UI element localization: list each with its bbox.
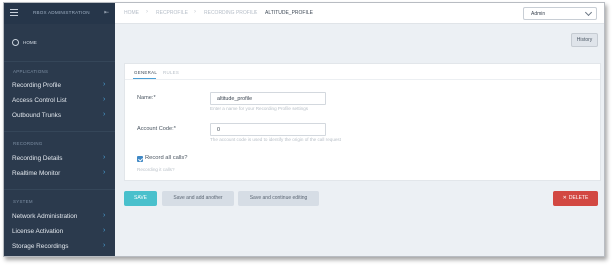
- top-bar: HOME › RECPROFILE › RECORDING PROFILE › …: [115, 3, 604, 24]
- tab-divider: [125, 79, 600, 80]
- tab-rules[interactable]: RULES: [163, 70, 179, 75]
- home-icon: [12, 39, 19, 46]
- collapse-icon[interactable]: ⇤: [104, 9, 109, 16]
- sidebar-item-realtime-monitor[interactable]: Realtime Monitor ›: [4, 167, 115, 181]
- sidebar-divider: [4, 131, 115, 132]
- record-all-hint: Recording it calls?: [137, 167, 175, 172]
- user-dropdown[interactable]: Admin: [523, 7, 597, 20]
- record-all-label: Record all calls?: [145, 155, 188, 161]
- breadcrumb-recprofile[interactable]: RECPROFILE: [156, 10, 188, 16]
- form-card: GENERAL RULES Name:* altitude_profile En…: [124, 63, 601, 181]
- sidebar-item-outbound-trunks[interactable]: Outbound Trunks ›: [4, 109, 115, 123]
- app-window: RBOX ADMINISTRATION ⇤ HOME APPLICATIONS …: [3, 2, 605, 257]
- sidebar-item-home[interactable]: HOME: [4, 36, 115, 51]
- section-heading-system: SYSTEM: [13, 199, 33, 204]
- breadcrumb-current: ALTITUDE_PROFILE: [265, 10, 313, 16]
- history-button[interactable]: History: [571, 33, 598, 47]
- breadcrumb-separator-icon: ›: [254, 9, 256, 15]
- brand-title: RBOX ADMINISTRATION: [33, 10, 90, 15]
- record-all-checkbox[interactable]: [137, 156, 143, 162]
- sidebar-item-label: Outbound Trunks: [12, 112, 62, 119]
- sidebar-item-label: Recording Details: [12, 155, 63, 162]
- sidebar-item-access-control-list[interactable]: Access Control List ›: [4, 94, 115, 108]
- save-and-add-another-button[interactable]: Save and add another: [162, 191, 234, 206]
- sidebar: RBOX ADMINISTRATION ⇤ HOME APPLICATIONS …: [4, 3, 115, 256]
- chevron-right-icon: ›: [103, 227, 106, 234]
- account-code-label: Account Code:*: [137, 126, 176, 132]
- sidebar-item-network-administration[interactable]: Network Administration ›: [4, 210, 115, 224]
- sidebar-item-label: Network Administration: [12, 213, 78, 220]
- user-dropdown-value: Admin: [531, 11, 546, 17]
- save-button[interactable]: SAVE: [124, 191, 157, 206]
- name-hint: Enter a name for your Recording Profile …: [210, 106, 309, 111]
- delete-button[interactable]: ✕ DELETE: [553, 191, 598, 206]
- sidebar-item-recording-profile[interactable]: Recording Profile ›: [4, 79, 115, 93]
- account-code-field[interactable]: 0: [210, 123, 326, 136]
- sidebar-item-license-activation[interactable]: License Activation ›: [4, 225, 115, 239]
- sidebar-item-label: License Activation: [12, 228, 64, 235]
- menu-icon[interactable]: [10, 9, 18, 16]
- name-field[interactable]: altitude_profile: [210, 92, 326, 105]
- breadcrumb-home[interactable]: HOME: [124, 10, 139, 16]
- name-label: Name:*: [137, 95, 156, 101]
- breadcrumb-separator-icon: ›: [146, 9, 148, 15]
- sidebar-item-recording-details[interactable]: Recording Details ›: [4, 152, 115, 166]
- section-heading-applications: APPLICATIONS: [13, 69, 49, 74]
- chevron-right-icon: ›: [103, 111, 106, 118]
- chevron-right-icon: ›: [103, 242, 106, 249]
- sidebar-item-storage-recordings[interactable]: Storage Recordings ›: [4, 240, 115, 254]
- save-and-continue-button[interactable]: Save and continue editing: [238, 191, 319, 206]
- chevron-right-icon: ›: [103, 212, 106, 219]
- brand-bar: RBOX ADMINISTRATION ⇤: [4, 3, 115, 24]
- sidebar-divider: [4, 61, 115, 62]
- sidebar-item-label: Recording Profile: [12, 82, 62, 89]
- chevron-down-icon: [584, 8, 593, 17]
- sidebar-item-label: HOME: [23, 40, 37, 45]
- section-heading-recording: RECORDING: [13, 141, 43, 146]
- account-code-hint: The account code is used to identify the…: [210, 137, 342, 142]
- sidebar-item-label: Access Control List: [12, 97, 67, 104]
- chevron-right-icon: ›: [103, 81, 106, 88]
- sidebar-item-label: Realtime Monitor: [12, 170, 61, 177]
- chevron-right-icon: ›: [103, 96, 106, 103]
- chevron-right-icon: ›: [103, 169, 106, 176]
- tab-general[interactable]: GENERAL: [134, 70, 157, 75]
- sidebar-item-label: Storage Recordings: [12, 243, 69, 250]
- breadcrumb-recording-profile[interactable]: RECORDING PROFILE: [204, 10, 257, 16]
- sidebar-divider: [4, 189, 115, 190]
- delete-button-label: DELETE: [568, 195, 589, 201]
- breadcrumb-separator-icon: ›: [194, 9, 196, 15]
- chevron-right-icon: ›: [103, 154, 106, 161]
- close-icon: ✕: [562, 195, 567, 201]
